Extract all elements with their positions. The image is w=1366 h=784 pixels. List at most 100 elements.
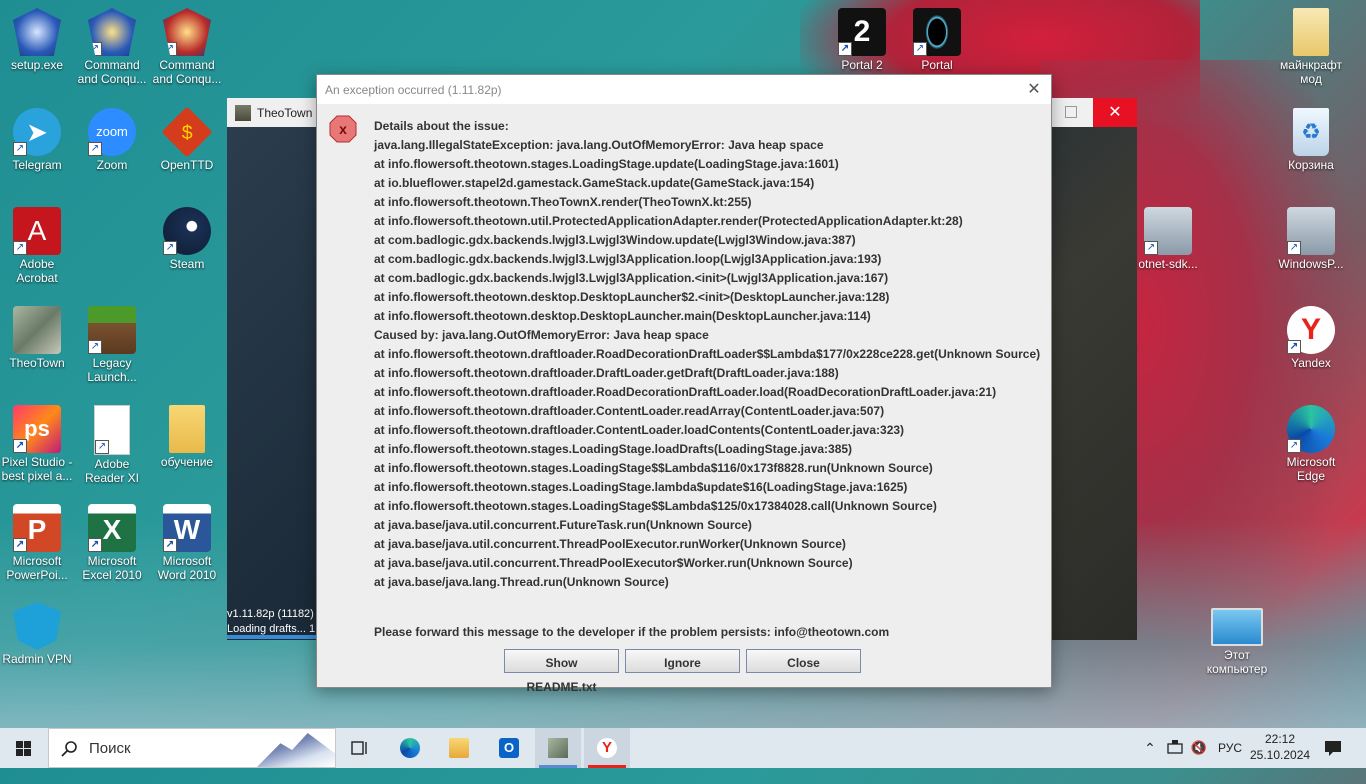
clock-date: 25.10.2024: [1250, 748, 1311, 762]
shortcut-arrow-icon: ↗: [95, 440, 109, 454]
tray-language[interactable]: РУС: [1216, 728, 1244, 768]
desktop-icon-yandex[interactable]: Y ↗ Yandex: [1274, 302, 1348, 370]
desktop-icon-portal2[interactable]: 2 ↗ Portal 2: [825, 4, 899, 72]
document-icon: ↗: [94, 405, 130, 455]
desktop-icon-zoom[interactable]: zoom ↗ Zoom: [75, 104, 149, 172]
desktop-icon-dotnet-sdk[interactable]: ↗ otnet-sdk...: [1128, 203, 1208, 271]
theotown-close-button[interactable]: ✕: [1093, 98, 1137, 127]
exception-dialog[interactable]: An exception occurred (1.11.82p) ✕ x Det…: [316, 74, 1052, 694]
exception-line: java.lang.IllegalStateException: java.la…: [374, 138, 824, 152]
tray-volume-muted-icon[interactable]: 🔇: [1190, 728, 1208, 768]
forward-message: Please forward this message to the devel…: [374, 625, 890, 639]
outlook-icon: O: [499, 738, 519, 758]
error-icon: x: [329, 115, 357, 143]
shortcut-arrow-icon: ↗: [13, 142, 27, 156]
shortcut-arrow-icon: ↗: [163, 538, 177, 552]
taskbar-edge[interactable]: [387, 728, 433, 768]
shortcut-arrow-icon: ↗: [838, 42, 852, 56]
exception-line: at io.blueflower.stapel2d.gamestack.Game…: [374, 176, 815, 190]
desktop-icon-steam[interactable]: ↗ Steam: [150, 203, 224, 271]
game-version-label: v1.11.82p (11182): [227, 608, 314, 620]
acrobat-icon: A ↗: [13, 207, 61, 255]
edge-icon: ↗: [1287, 405, 1335, 453]
exception-line: at info.flowersoft.theotown.TheoTownX.re…: [374, 195, 752, 209]
exception-line: at java.base/java.lang.Thread.run(Unknow…: [374, 575, 669, 589]
steam-icon: ↗: [163, 207, 211, 255]
desktop-icon-adobe-reader[interactable]: ↗ Adobe Reader XI: [75, 401, 149, 485]
desktop-icon-acrobat[interactable]: A ↗ Adobe Acrobat: [0, 203, 74, 285]
installer-icon: ↗: [1287, 207, 1335, 255]
search-highlight-image: [257, 733, 335, 767]
desktop-icon-word[interactable]: W ↗ Microsoft Word 2010: [150, 500, 224, 582]
show-readme-button[interactable]: Show README.txt: [504, 649, 619, 694]
dialog-close-icon[interactable]: ✕: [1025, 81, 1043, 99]
recycle-bin-icon: ♻: [1293, 108, 1329, 156]
close-button[interactable]: Close: [746, 649, 861, 673]
shortcut-arrow-icon: ↗: [913, 42, 927, 56]
dialog-titlebar[interactable]: An exception occurred (1.11.82p): [317, 75, 1051, 104]
installer-icon: ↗: [1144, 207, 1192, 255]
folder-icon: [449, 738, 469, 758]
desktop-icon-this-pc[interactable]: Этот компьютер: [1200, 598, 1274, 676]
setup-shield-icon: [13, 8, 61, 56]
desktop-icon-radmin-vpn[interactable]: Radmin VPN: [0, 598, 74, 666]
shortcut-arrow-icon: ↗: [88, 538, 102, 552]
exception-line: at java.base/java.util.concurrent.Thread…: [374, 537, 846, 551]
taskbar-outlook[interactable]: O: [486, 728, 532, 768]
desktop-icon-theotown[interactable]: TheoTown: [0, 302, 74, 370]
desktop-icon-legacy-launcher[interactable]: ↗ Legacy Launch...: [75, 302, 149, 384]
desktop-icon-openttd[interactable]: $ OpenTTD: [150, 104, 224, 172]
taskbar-theotown[interactable]: [535, 728, 581, 768]
exception-line: Caused by: java.lang.OutOfMemoryError: J…: [374, 328, 709, 342]
cnc-shield-icon: ↗: [88, 8, 136, 56]
shortcut-arrow-icon: ↗: [1287, 241, 1301, 255]
desktop-icon-pixel-studio[interactable]: ps ↗ Pixel Studio - best pixel a...: [0, 401, 74, 483]
computer-icon: [1211, 608, 1263, 646]
portal2-icon: 2 ↗: [838, 8, 886, 56]
shortcut-arrow-icon: ↗: [13, 241, 27, 255]
yandex-icon: Y: [597, 738, 617, 758]
desktop-icon-telegram[interactable]: ➤ ↗ Telegram: [0, 104, 74, 172]
search-icon: [61, 741, 77, 757]
desktop-icon-folder-obuchenie[interactable]: обучение: [150, 401, 224, 469]
exception-line: at info.flowersoft.theotown.draftloader.…: [374, 404, 885, 418]
tray-clock[interactable]: 22:12 25.10.2024: [1250, 731, 1310, 763]
taskbar-search[interactable]: Поиск: [48, 728, 336, 768]
desktop-icon-setup[interactable]: setup.exe: [0, 4, 74, 72]
desktop-icon-recycle-bin[interactable]: ♻ Корзина: [1274, 104, 1348, 172]
exception-line: at info.flowersoft.theotown.desktop.Desk…: [374, 290, 890, 304]
desktop-icon-excel[interactable]: X ↗ Microsoft Excel 2010: [75, 500, 149, 582]
pixel-studio-icon: ps ↗: [13, 405, 61, 453]
openttd-icon: $: [161, 106, 213, 158]
shortcut-arrow-icon: ↗: [13, 439, 27, 453]
desktop-icon-edge[interactable]: ↗ Microsoft Edge: [1274, 401, 1348, 483]
task-view-button[interactable]: [337, 728, 383, 768]
desktop-icon-powerpoint[interactable]: P ↗ Microsoft PowerPoi...: [0, 500, 74, 582]
theotown-icon: [548, 738, 568, 758]
notification-center-icon[interactable]: [1318, 728, 1348, 768]
desktop-icon-folder-mod[interactable]: майнкрафт мод: [1274, 4, 1348, 86]
exception-line: at java.base/java.util.concurrent.Thread…: [374, 556, 853, 570]
exception-line: at info.flowersoft.theotown.stages.Loadi…: [374, 499, 937, 513]
exception-line: at java.base/java.util.concurrent.Future…: [374, 518, 752, 532]
exception-line: at com.badlogic.gdx.backends.lwjgl3.Lwjg…: [374, 271, 889, 285]
desktop-icon-cnc-2[interactable]: ↗ Command and Conqu...: [150, 4, 224, 86]
desktop-icon-cnc-1[interactable]: ↗ Command and Conqu...: [75, 4, 149, 86]
taskbar-explorer[interactable]: [436, 728, 482, 768]
game-loading-label: Loading drafts... 1: [227, 623, 316, 635]
windows-logo-icon: [16, 741, 31, 756]
exception-line: at info.flowersoft.theotown.draftloader.…: [374, 423, 905, 437]
desktop-icon-portal[interactable]: ↗ Portal: [900, 4, 974, 72]
desktop-icon-windowsp[interactable]: ↗ WindowsP...: [1274, 203, 1348, 271]
powerpoint-icon: P ↗: [13, 504, 61, 552]
minecraft-icon: ↗: [88, 306, 136, 354]
shortcut-arrow-icon: ↗: [163, 42, 177, 56]
tray-network-icon[interactable]: [1166, 728, 1184, 768]
ignore-button[interactable]: Ignore: [625, 649, 740, 673]
show-hidden-icons-chevron-up-icon[interactable]: ⌃: [1142, 728, 1158, 768]
search-placeholder: Поиск: [89, 740, 131, 757]
shortcut-arrow-icon: ↗: [13, 538, 27, 552]
maximize-icon[interactable]: [1065, 106, 1077, 118]
taskbar-yandex[interactable]: Y: [584, 728, 630, 768]
start-button[interactable]: [0, 728, 48, 768]
